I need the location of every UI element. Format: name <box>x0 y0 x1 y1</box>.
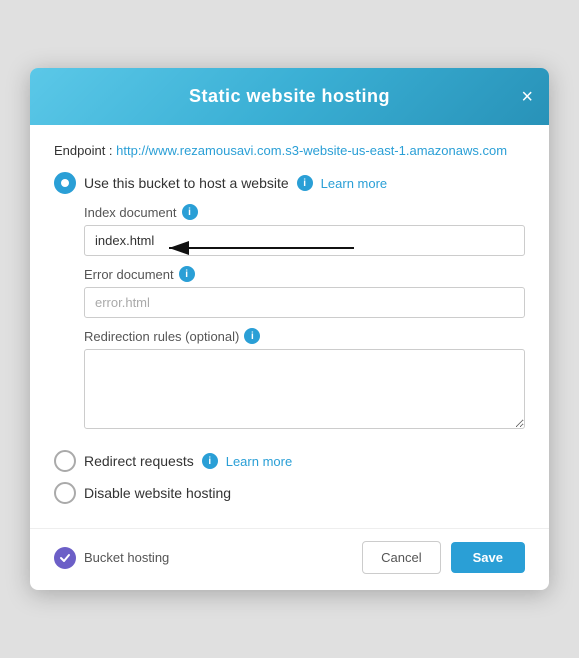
modal-header: Static website hosting × <box>30 68 549 125</box>
index-document-input[interactable] <box>84 225 525 256</box>
redirection-rules-info-icon[interactable]: i <box>244 328 260 344</box>
error-document-label-row: Error document i <box>84 266 525 282</box>
use-bucket-learn-more[interactable]: Learn more <box>321 176 387 191</box>
radio-disable[interactable] <box>54 482 76 504</box>
status-check-icon <box>54 547 76 569</box>
use-bucket-info-icon[interactable]: i <box>297 175 313 191</box>
endpoint-url[interactable]: http://www.rezamousavi.com.s3-website-us… <box>116 143 507 158</box>
radio-use-bucket[interactable] <box>54 172 76 194</box>
redirection-rules-input[interactable] <box>84 349 525 429</box>
index-input-container <box>84 225 525 266</box>
save-button[interactable]: Save <box>451 542 525 573</box>
index-document-label: Index document <box>84 205 177 220</box>
redirect-info-icon[interactable]: i <box>202 453 218 469</box>
radio-redirect[interactable] <box>54 450 76 472</box>
error-document-info-icon[interactable]: i <box>179 266 195 282</box>
error-document-label: Error document <box>84 267 174 282</box>
redirection-rules-label-row: Redirection rules (optional) i <box>84 328 525 344</box>
modal-footer: Bucket hosting Cancel Save <box>30 528 549 590</box>
footer-status: Bucket hosting <box>54 547 352 569</box>
footer-status-label: Bucket hosting <box>84 550 169 565</box>
option-redirect-row: Redirect requests i Learn more <box>54 450 525 472</box>
error-document-input[interactable] <box>84 287 525 318</box>
modal-title: Static website hosting <box>189 86 390 107</box>
modal-container: Static website hosting × Endpoint : http… <box>30 68 549 590</box>
option-disable-row: Disable website hosting <box>54 482 525 504</box>
index-document-label-row: Index document i <box>84 204 525 220</box>
close-button[interactable]: × <box>521 87 533 107</box>
use-bucket-label: Use this bucket to host a website <box>84 175 289 191</box>
fields-section: Index document i Error document <box>84 204 525 444</box>
option-use-bucket-row: Use this bucket to host a website i Lear… <box>54 172 525 194</box>
modal-body: Endpoint : http://www.rezamousavi.com.s3… <box>30 125 549 528</box>
cancel-button[interactable]: Cancel <box>362 541 440 574</box>
endpoint-label: Endpoint : <box>54 143 116 158</box>
redirect-label: Redirect requests <box>84 453 194 469</box>
redirect-learn-more[interactable]: Learn more <box>226 454 292 469</box>
disable-label: Disable website hosting <box>84 485 231 501</box>
endpoint-row: Endpoint : http://www.rezamousavi.com.s3… <box>54 143 525 158</box>
redirection-rules-label: Redirection rules (optional) <box>84 329 239 344</box>
index-document-info-icon[interactable]: i <box>182 204 198 220</box>
